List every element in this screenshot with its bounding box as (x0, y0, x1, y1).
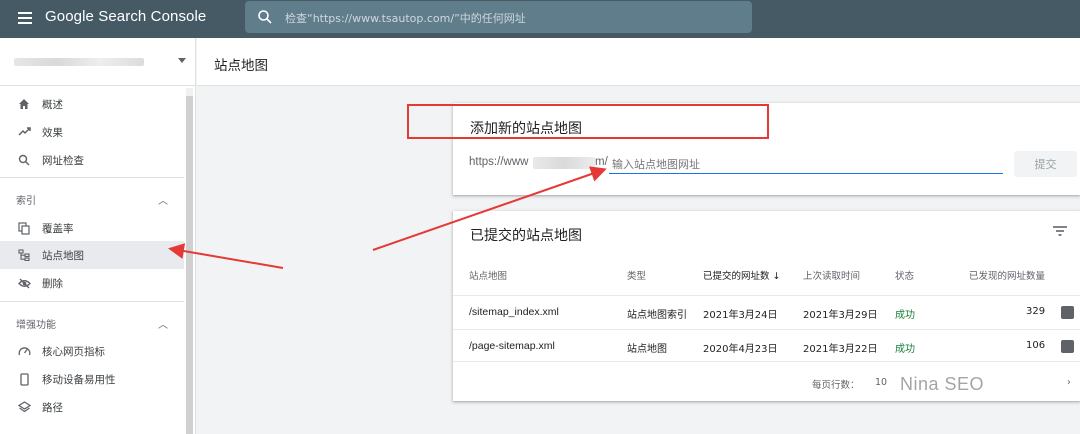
cell-type: 站点地图 (627, 344, 667, 355)
cell-submitted: 2021年3月24日 (703, 310, 778, 321)
prefix-redacted (533, 157, 595, 169)
cell-status: 成功 (895, 344, 915, 355)
column-header-submitted[interactable]: 已提交的网址数 ↓ (703, 268, 781, 282)
page-header: 站点地图 (197, 38, 1080, 86)
cell-submitted: 2020年4月23日 (703, 344, 778, 355)
caret-down-icon (178, 58, 186, 63)
sidebar-divider (0, 177, 184, 178)
sidebar-section-index[interactable]: 索引 ︿ (0, 186, 184, 212)
sidebar-item-coverage[interactable]: 覆盖率 (0, 214, 184, 242)
sidebar-item-url-inspection[interactable]: 网址检查 (0, 146, 184, 174)
column-header-discovered[interactable]: 已发现的网址数量 (969, 268, 1045, 282)
sidebar-item-breadcrumbs[interactable]: 路径 (0, 393, 184, 421)
sidebar-item-mobile-usability[interactable]: 移动设备易用性 (0, 365, 184, 393)
cell-sitemap: /page-sitemap.xml (469, 340, 555, 352)
sidebar-item-core-web-vitals[interactable]: 核心网页指标 (0, 337, 184, 365)
add-sitemap-title: 添加新的站点地图 (470, 121, 582, 137)
sidebar-item-label: 删除 (42, 277, 63, 290)
trending-up-icon (17, 125, 31, 139)
sidebar-item-label: 网址检查 (42, 154, 84, 167)
section-label: 增强功能 (16, 319, 56, 331)
watermark: Nina SEO (900, 374, 985, 394)
property-name-redacted (14, 58, 144, 66)
column-header-status[interactable]: 状态 (895, 268, 914, 282)
home-icon (17, 97, 31, 111)
sidebar-item-label: 效果 (42, 126, 63, 139)
sidebar-item-label: 概述 (42, 98, 63, 111)
smartphone-icon (17, 372, 31, 386)
table-row[interactable]: /sitemap_index.xml 站点地图索引 2021年3月24日 202… (453, 295, 1080, 328)
bar-chart-icon[interactable] (1061, 306, 1074, 319)
sidebar-item-label: 移动设备易用性 (42, 373, 116, 386)
visibility-off-icon (17, 276, 31, 290)
arrow-down-icon: ↓ (772, 271, 781, 282)
add-sitemap-card: 添加新的站点地图 https://www m/ 提交 (453, 103, 1080, 195)
sitemap-url-input[interactable] (609, 155, 1003, 174)
submit-button[interactable]: 提交 (1014, 151, 1077, 177)
sitemap-url-prefix: https://www (469, 156, 528, 168)
sidebar-divider (0, 301, 184, 302)
sidebar-item-label: 核心网页指标 (42, 345, 105, 358)
scroll-up-arrow[interactable] (186, 88, 193, 96)
prefix-end: m/ (595, 156, 608, 168)
sidebar-item-overview[interactable]: 概述 (0, 90, 184, 118)
cell-discovered: 329 (1026, 306, 1046, 317)
sidebar-item-label: 覆盖率 (42, 222, 74, 235)
sidebar-item-sitemaps[interactable]: 站点地图 (0, 241, 184, 269)
prefix-start: https://www (469, 156, 529, 168)
table-row[interactable]: /page-sitemap.xml 站点地图 2020年4月23日 2021年3… (453, 329, 1080, 362)
chevron-right-icon[interactable]: › (1067, 377, 1071, 388)
cell-type: 站点地图索引 (627, 310, 687, 321)
cell-last-read: 2021年3月29日 (803, 310, 878, 321)
search-icon (258, 10, 272, 24)
sidebar-scrollbar[interactable] (186, 88, 193, 434)
cell-sitemap: /sitemap_index.xml (469, 306, 559, 318)
section-label: 索引 (16, 195, 36, 207)
chevron-up-icon: ︿ (158, 195, 168, 207)
url-inspection-search[interactable]: 检查“https://www.tsautop.com/”中的任何网址 (245, 1, 752, 33)
top-app-bar: Google Search Console 检查“https://www.tsa… (0, 0, 1080, 38)
rows-per-page-label: 每页行数： (812, 380, 860, 391)
submitted-sitemaps-card: 已提交的站点地图 站点地图 类型 已提交的网址数 ↓ 上次读取时间 状态 已发现… (453, 211, 1080, 401)
sidebar-item-performance[interactable]: 效果 (0, 118, 184, 146)
menu-icon[interactable] (18, 12, 32, 24)
search-icon (17, 153, 31, 167)
filter-icon[interactable] (1053, 225, 1067, 237)
layers-icon (17, 400, 31, 414)
submitted-sitemaps-title: 已提交的站点地图 (470, 228, 582, 244)
sidebar-item-label: 路径 (42, 401, 63, 414)
speed-gauge-icon (17, 344, 31, 358)
file-copy-icon (17, 221, 31, 235)
column-header-last-read[interactable]: 上次读取时间 (803, 268, 860, 282)
page-title: 站点地图 (214, 58, 268, 74)
chevron-up-icon: ︿ (158, 319, 168, 331)
column-header-sitemap[interactable]: 站点地图 (469, 268, 507, 282)
column-header-type[interactable]: 类型 (627, 268, 646, 282)
cell-discovered: 106 (1026, 340, 1046, 351)
property-selector[interactable] (0, 38, 196, 86)
sidebar-item-label: 站点地图 (42, 249, 84, 262)
cell-status: 成功 (895, 310, 915, 321)
cell-last-read: 2021年3月22日 (803, 344, 878, 355)
sitemap-icon (17, 248, 31, 262)
sidebar: 概述 效果 网址检查 索引 ︿ 覆盖率 站点地图 删除 增强功能 ︿ 核心网页指… (0, 38, 196, 434)
rows-per-page-select[interactable]: 10 (875, 377, 887, 388)
column-header-label: 已提交的网址数 (703, 271, 770, 282)
sidebar-item-removals[interactable]: 删除 (0, 269, 184, 297)
sidebar-section-enhancements[interactable]: 增强功能 ︿ (0, 310, 184, 336)
bar-chart-icon[interactable] (1061, 340, 1074, 353)
search-placeholder: 检查“https://www.tsautop.com/”中的任何网址 (285, 12, 526, 25)
app-logo[interactable]: Google Search Console (45, 8, 206, 25)
